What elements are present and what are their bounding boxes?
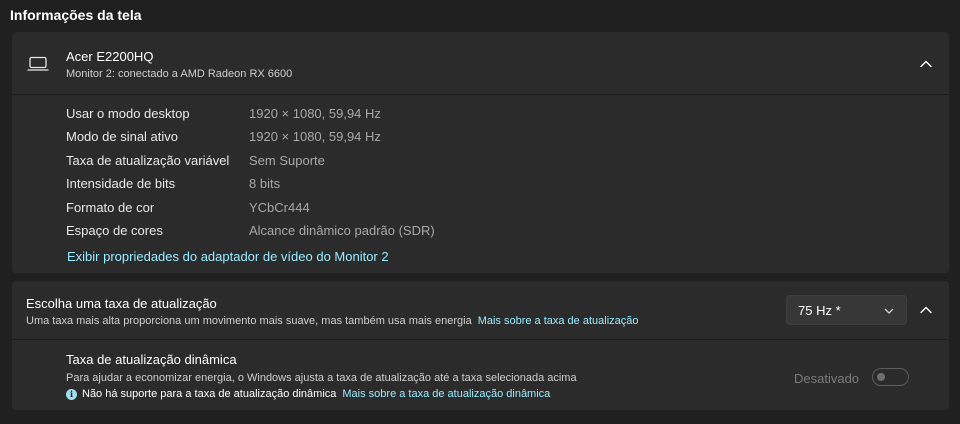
- info-row-variable-refresh: Taxa de atualização variável Sem Suporte: [66, 153, 926, 173]
- info-value: YCbCr444: [249, 200, 310, 215]
- display-info-card: Acer E2200HQ Monitor 2: conectado a AMD …: [12, 32, 949, 273]
- refresh-rate-selected-value: 75 Hz *: [798, 303, 841, 318]
- info-label: Espaço de cores: [66, 223, 163, 238]
- info-label: Modo de sinal ativo: [66, 129, 179, 144]
- info-label: Intensidade de bits: [66, 176, 176, 191]
- dynamic-refresh-note: i Não há suporte para a taxa de atualiza…: [66, 388, 550, 400]
- refresh-rate-description-text: Uma taxa mais alta proporciona um movime…: [26, 315, 472, 327]
- monitor-connection: Monitor 2: conectado a AMD Radeon RX 660…: [66, 68, 293, 80]
- adapter-properties-link[interactable]: Exibir propriedades do adaptador de víde…: [67, 249, 389, 264]
- refresh-rate-description: Uma taxa mais alta proporciona um movime…: [26, 315, 639, 327]
- divider: [12, 94, 949, 95]
- divider: [12, 339, 949, 340]
- info-value: Alcance dinâmico padrão (SDR): [249, 223, 435, 238]
- info-row-bit-depth: Intensidade de bits 8 bits: [66, 176, 926, 196]
- refresh-rate-title: Escolha uma taxa de atualização: [26, 296, 217, 311]
- dynamic-refresh-toggle[interactable]: [872, 368, 909, 386]
- collapse-display-button[interactable]: [909, 49, 943, 79]
- info-row-active-signal: Modo de sinal ativo 1920 × 1080, 59,94 H…: [66, 129, 926, 149]
- info-value: 8 bits: [249, 176, 281, 191]
- info-row-color-space: Espaço de cores Alcance dinâmico padrão …: [66, 223, 926, 243]
- info-value: 1920 × 1080, 59,94 Hz: [249, 106, 381, 121]
- dynamic-refresh-description: Para ajudar a economizar energia, o Wind…: [66, 372, 577, 384]
- chevron-down-icon: [883, 304, 895, 316]
- toggle-knob: [877, 373, 885, 381]
- chevron-up-icon: [920, 301, 932, 319]
- info-value: 1920 × 1080, 59,94 Hz: [249, 129, 381, 144]
- refresh-rate-card: Escolha uma taxa de atualização Uma taxa…: [12, 281, 949, 410]
- info-label: Formato de cor: [66, 200, 155, 215]
- collapse-refresh-button[interactable]: [909, 295, 943, 325]
- refresh-rate-select[interactable]: 75 Hz *: [786, 295, 907, 325]
- info-row-desktop-mode: Usar o modo desktop 1920 × 1080, 59,94 H…: [66, 106, 926, 126]
- info-value: Sem Suporte: [249, 153, 325, 168]
- monitor-name: Acer E2200HQ: [66, 49, 154, 64]
- section-title: Informações da tela: [10, 7, 142, 23]
- chevron-up-icon: [920, 55, 932, 73]
- laptop-monitor-icon: [27, 56, 49, 72]
- refresh-rate-more-link[interactable]: Mais sobre a taxa de atualização: [478, 315, 639, 327]
- info-label: Usar o modo desktop: [66, 106, 190, 121]
- dynamic-refresh-more-link[interactable]: Mais sobre a taxa de atualização dinâmic…: [342, 388, 550, 400]
- dynamic-refresh-note-text: Não há suporte para a taxa de atualizaçã…: [82, 388, 337, 400]
- toggle-state-label: Desativado: [794, 371, 860, 386]
- info-row-color-format: Formato de cor YCbCr444: [66, 200, 926, 220]
- info-label: Taxa de atualização variável: [66, 153, 230, 168]
- dynamic-refresh-title: Taxa de atualização dinâmica: [66, 352, 237, 367]
- info-icon: i: [66, 388, 77, 400]
